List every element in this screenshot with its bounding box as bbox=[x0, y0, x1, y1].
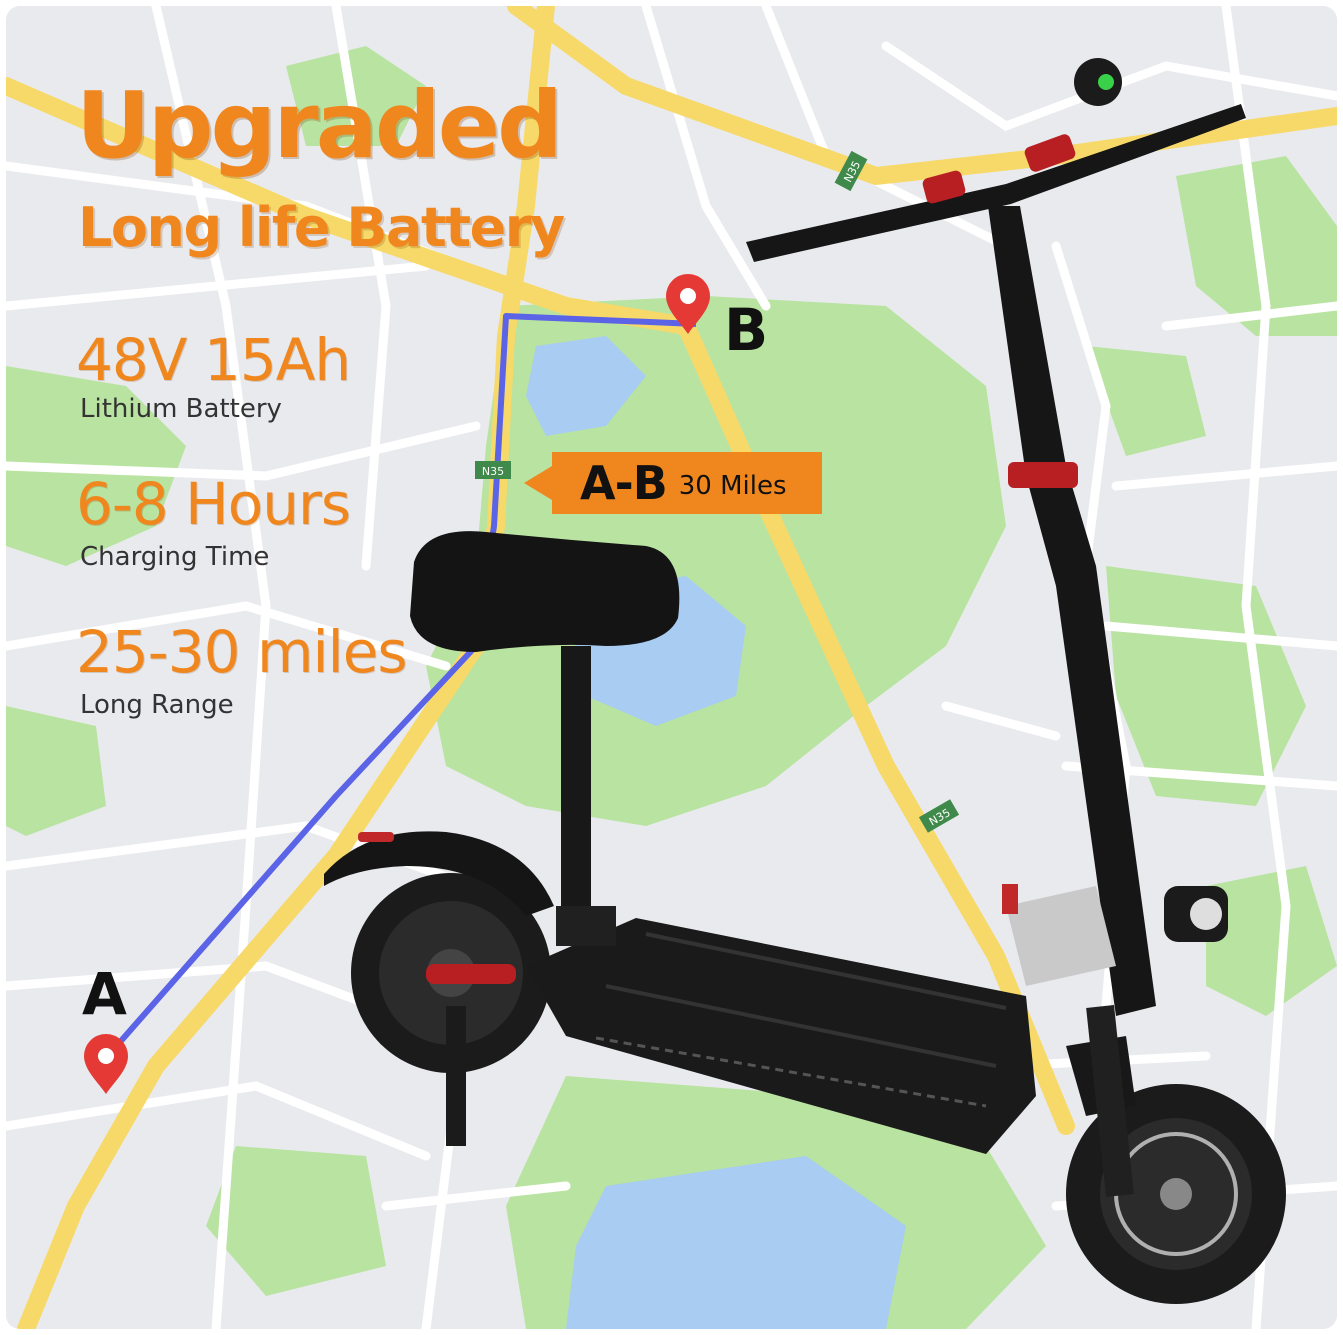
spec-value-charging: 6-8 Hours bbox=[76, 470, 351, 538]
product-image-frame: N35 N35 N35 Upgraded Long life Battery 4… bbox=[6, 6, 1337, 1329]
headlight bbox=[1164, 886, 1228, 942]
rear-light bbox=[358, 832, 394, 842]
kickstand bbox=[446, 1006, 466, 1146]
spec-label-battery: Lithium Battery bbox=[80, 394, 282, 424]
svg-text:N35: N35 bbox=[482, 465, 504, 478]
seat-post bbox=[561, 646, 591, 946]
seat bbox=[410, 531, 680, 652]
callout-arrow bbox=[524, 466, 552, 500]
road-sign-n35-mid: N35 bbox=[475, 461, 511, 479]
spec-value-battery: 48V 15Ah bbox=[76, 326, 351, 394]
spec-label-charging: Charging Time bbox=[80, 542, 270, 572]
subheadline: Long life Battery bbox=[78, 196, 565, 259]
headline: Upgraded bbox=[76, 72, 563, 179]
marker-label-a: A bbox=[82, 960, 127, 1028]
spec-value-range: 25-30 miles bbox=[76, 618, 408, 686]
spec-label-range: Long Range bbox=[80, 690, 234, 720]
rear-suspension bbox=[426, 964, 516, 984]
distance-callout: A-B 30 Miles bbox=[552, 452, 822, 514]
callout-distance: 30 Miles bbox=[678, 471, 787, 501]
marker-label-b: B bbox=[724, 296, 769, 364]
callout-route: A-B bbox=[580, 456, 668, 510]
